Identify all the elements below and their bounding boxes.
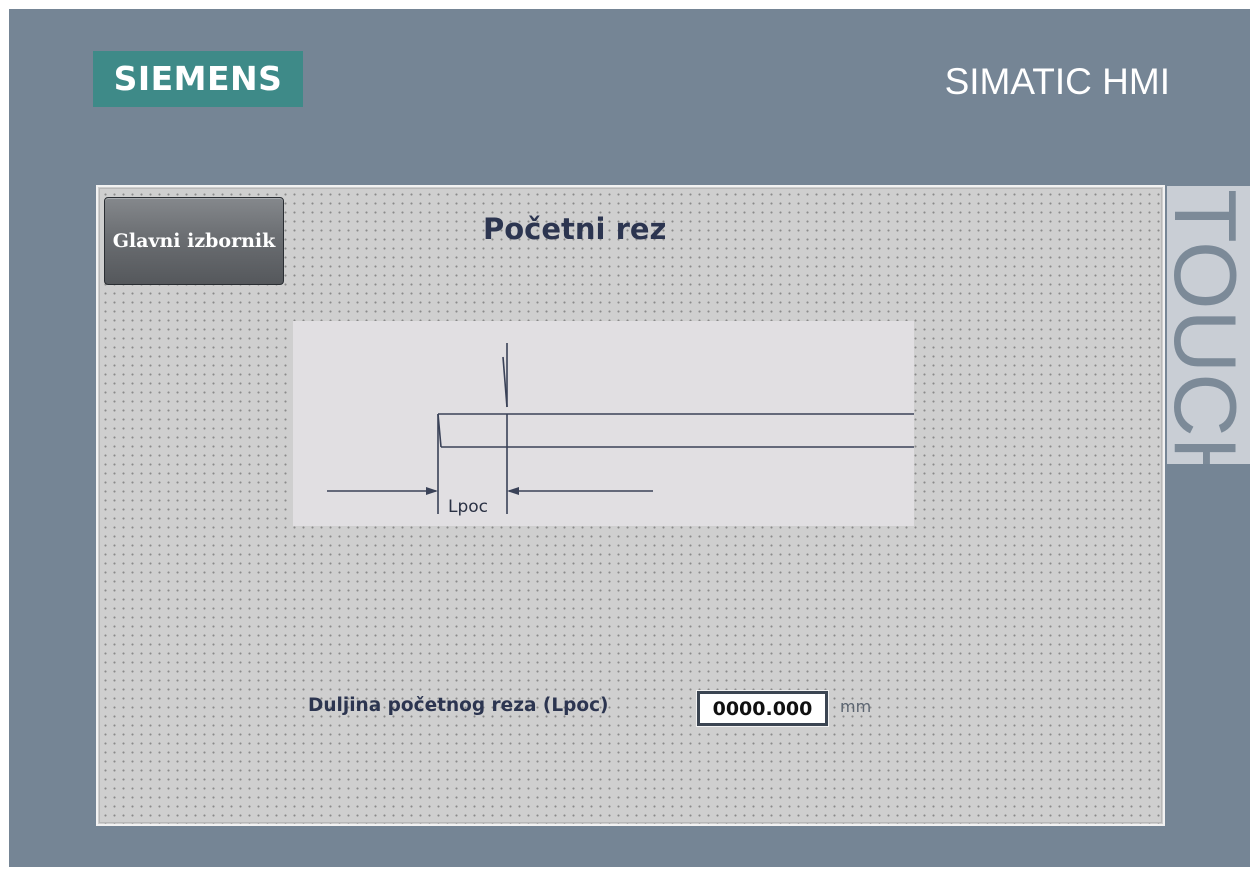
unit-label: mm [840,697,872,716]
cut-diagram-drawing [327,343,914,514]
initial-cut-length-input[interactable] [696,690,829,727]
dimension-label: Lpoc [448,497,489,517]
hmi-screen: Glavni izbornik Početni rez Lpoc Duljina… [96,185,1165,826]
hmi-panel-frame: SIEMENS SIMATIC HMI TOUCH Glavni izborni… [9,9,1250,867]
main-menu-button[interactable]: Glavni izbornik [104,197,284,285]
product-name: SIMATIC HMI [944,61,1170,102]
page-title: Početni rez [483,212,667,246]
touch-label: TOUCH [1167,189,1250,464]
siemens-logo: SIEMENS [93,51,303,107]
initial-cut-diagram: Lpoc [293,321,914,526]
dimension-arrow-left [426,487,438,495]
initial-cut-length-label: Duljina početnog reza (Lpoc) [308,695,609,716]
touch-side-strip: TOUCH [1167,186,1250,464]
dimension-arrow-right [507,487,519,495]
